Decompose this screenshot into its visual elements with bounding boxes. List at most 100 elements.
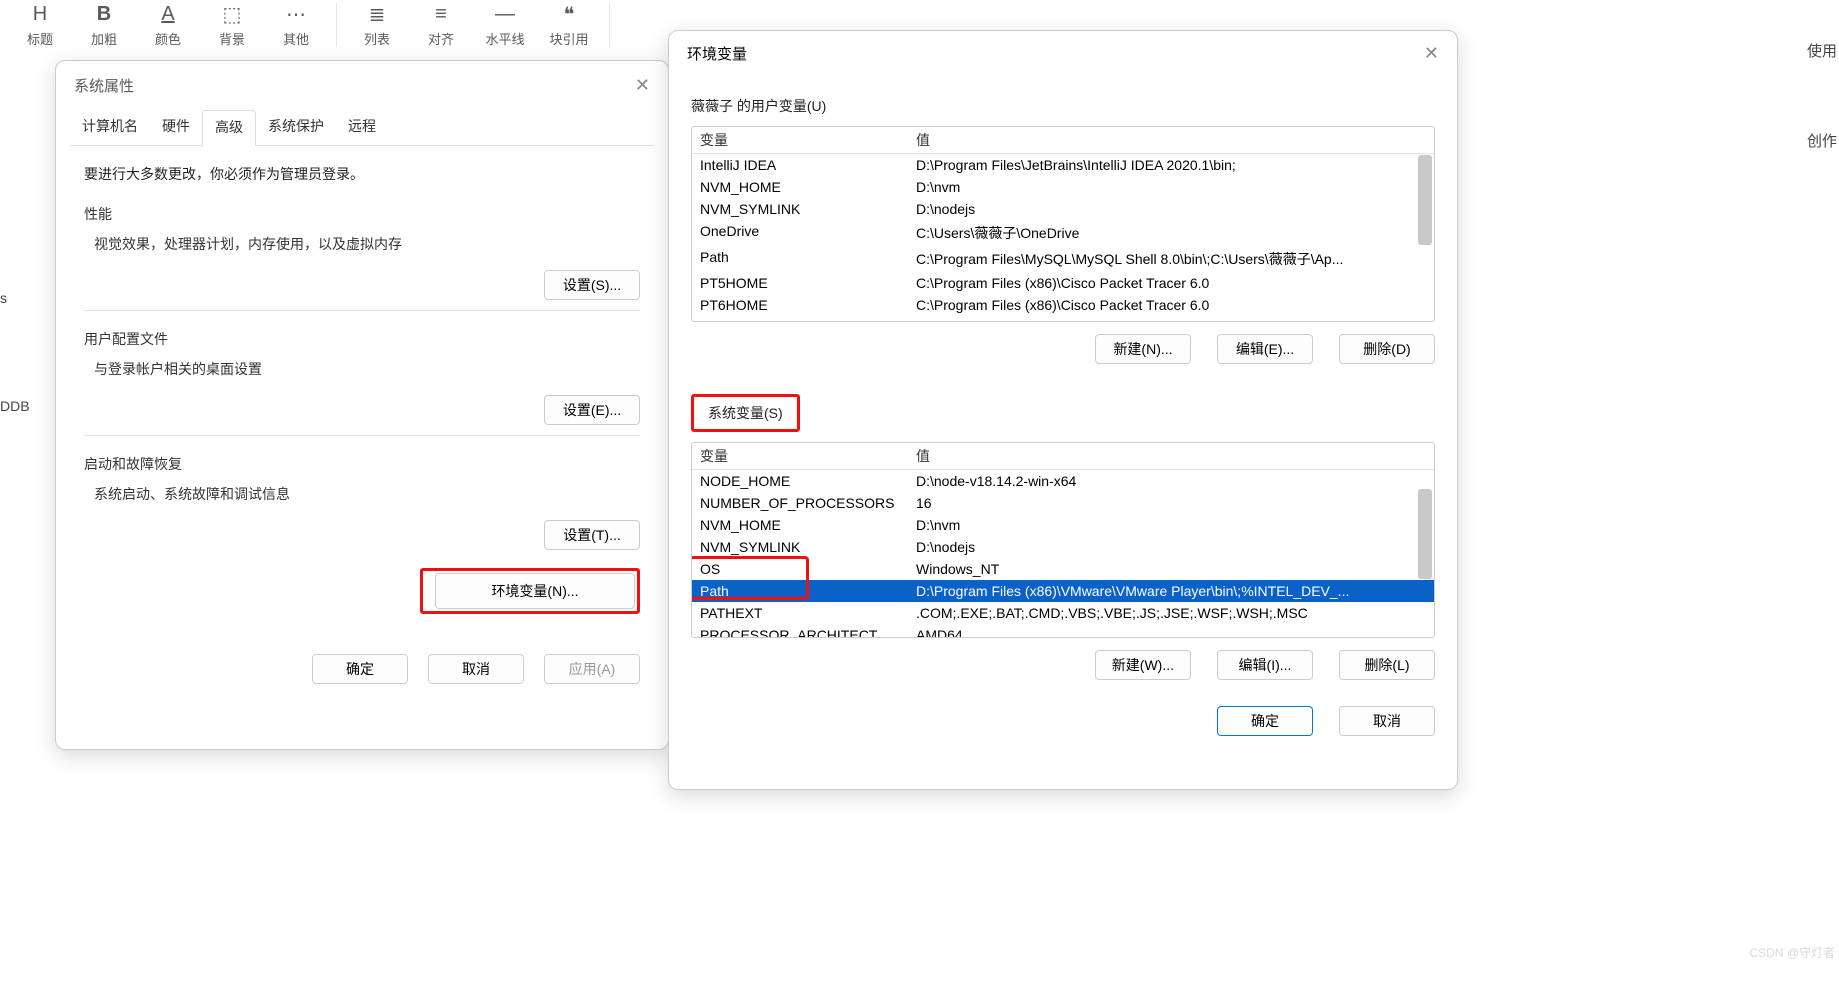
- toolbar-quote[interactable]: ❝块引用: [539, 0, 599, 50]
- system-vars-label: 系统变量(S): [691, 394, 1435, 432]
- performance-section: 性能 视觉效果，处理器计划，内存使用，以及虚拟内存 设置(S)...: [84, 204, 640, 311]
- highlight-annotation: 系统变量(S): [691, 394, 800, 432]
- dialog-title: 环境变量: [687, 43, 747, 64]
- ok-button[interactable]: 确定: [1217, 706, 1313, 736]
- table-row[interactable]: PT6HOMEC:\Program Files (x86)\Cisco Pack…: [692, 294, 1434, 316]
- more-icon: ⋯: [286, 3, 306, 27]
- edit-sys-var-button[interactable]: 编辑(I)...: [1217, 650, 1313, 680]
- table-row[interactable]: NVM_HOMED:\nvm: [692, 514, 1434, 536]
- table-row[interactable]: NVM_SYMLINKD:\nodejs: [692, 536, 1434, 558]
- section-title: 性能: [84, 204, 640, 224]
- var-value: C:\Windows\TEMP: [908, 316, 1434, 322]
- tab-system-protection[interactable]: 系统保护: [256, 110, 336, 145]
- paintbucket-icon: ⬚: [223, 3, 242, 27]
- delete-sys-var-button[interactable]: 删除(L): [1339, 650, 1435, 680]
- tab-computer-name[interactable]: 计算机名: [70, 110, 150, 145]
- scrollbar[interactable]: [1418, 489, 1432, 579]
- var-name: NVM_HOME: [692, 176, 908, 198]
- intro-text: 要进行大多数更改，你必须作为管理员登录。: [84, 164, 640, 184]
- new-user-var-button[interactable]: 新建(N)...: [1095, 334, 1191, 364]
- toolbar-align[interactable]: ≡对齐: [411, 0, 471, 50]
- watermark: CSDN @守灯者: [1749, 944, 1835, 961]
- system-vars-table[interactable]: 变量 值 NODE_HOMED:\node-v18.14.2-win-x64NU…: [691, 442, 1435, 638]
- bold-icon: B: [97, 3, 111, 27]
- cancel-button[interactable]: 取消: [1339, 706, 1435, 736]
- section-desc: 视觉效果，处理器计划，内存使用，以及虚拟内存: [94, 234, 640, 254]
- table-row[interactable]: PATHEXT.COM;.EXE;.BAT;.CMD;.VBS;.VBE;.JS…: [692, 602, 1434, 624]
- system-vars-section: 系统变量(S) 变量 值 NODE_HOMED:\node-v18.14.2-w…: [669, 374, 1457, 690]
- table-row[interactable]: NVM_SYMLINKD:\nodejs: [692, 198, 1434, 220]
- list-icon: ≣: [369, 3, 386, 27]
- environment-variables-dialog: 环境变量 ✕ 薇薇子 的用户变量(U) 变量 值 IntelliJ IDEAD:…: [668, 30, 1458, 790]
- table-row[interactable]: PathD:\Program Files (x86)\VMware\VMware…: [692, 580, 1434, 602]
- table-row[interactable]: OneDriveC:\Users\薇薇子\OneDrive: [692, 220, 1434, 246]
- th-value[interactable]: 值: [908, 443, 1434, 469]
- toolbar-color[interactable]: A颜色: [138, 0, 198, 50]
- var-name: NUMBER_OF_PROCESSORS: [692, 492, 908, 514]
- var-value: AMD64: [908, 624, 1434, 638]
- table-row[interactable]: PathC:\Program Files\MySQL\MySQL Shell 8…: [692, 246, 1434, 272]
- section-desc: 与登录帐户相关的桌面设置: [94, 359, 640, 379]
- var-value: D:\nodejs: [908, 536, 1434, 558]
- heading-icon: H: [33, 3, 47, 27]
- delete-user-var-button[interactable]: 删除(D): [1339, 334, 1435, 364]
- startup-recovery-section: 启动和故障恢复 系统启动、系统故障和调试信息 设置(T)...: [84, 454, 640, 550]
- var-name: NODE_HOME: [692, 470, 908, 492]
- var-value: D:\Program Files\JetBrains\IntelliJ IDEA…: [908, 154, 1434, 176]
- dialog-title: 系统属性: [74, 75, 134, 96]
- var-name: OneDrive: [692, 220, 908, 246]
- var-name: IntelliJ IDEA: [692, 154, 908, 176]
- toolbar-divider: [336, 3, 337, 47]
- textcolor-icon: A: [161, 3, 174, 27]
- table-row[interactable]: TEMPC:\Windows\TEMP: [692, 316, 1434, 322]
- table-row[interactable]: PT5HOMEC:\Program Files (x86)\Cisco Pack…: [692, 272, 1434, 294]
- var-value: D:\nvm: [908, 514, 1434, 536]
- close-icon[interactable]: ✕: [635, 75, 650, 96]
- table-row[interactable]: IntelliJ IDEAD:\Program Files\JetBrains\…: [692, 154, 1434, 176]
- var-value: D:\nodejs: [908, 198, 1434, 220]
- toolbar-other[interactable]: ⋯其他: [266, 0, 326, 50]
- table-row[interactable]: OSWindows_NT: [692, 558, 1434, 580]
- apply-button[interactable]: 应用(A): [544, 654, 640, 684]
- var-value: C:\Program Files (x86)\Cisco Packet Trac…: [908, 272, 1434, 294]
- tab-advanced[interactable]: 高级: [202, 110, 256, 146]
- bg-text: DDB: [0, 398, 30, 414]
- userprofile-settings-button[interactable]: 设置(E)...: [544, 395, 640, 425]
- var-value: .COM;.EXE;.BAT;.CMD;.VBS;.VBE;.JS;.JSE;.…: [908, 602, 1434, 624]
- user-profile-section: 用户配置文件 与登录帐户相关的桌面设置 设置(E)...: [84, 329, 640, 436]
- section-title: 启动和故障恢复: [84, 454, 640, 474]
- hr-icon: —: [495, 3, 515, 27]
- cancel-button[interactable]: 取消: [428, 654, 524, 684]
- startup-settings-button[interactable]: 设置(T)...: [544, 520, 640, 550]
- close-icon[interactable]: ✕: [1424, 43, 1439, 64]
- var-value: C:\Users\薇薇子\OneDrive: [908, 220, 1434, 246]
- table-row[interactable]: NVM_HOMED:\nvm: [692, 176, 1434, 198]
- toolbar-bold[interactable]: B加粗: [74, 0, 134, 50]
- var-name: OS: [692, 558, 908, 580]
- var-name: PATHEXT: [692, 602, 908, 624]
- var-value: C:\Program Files\MySQL\MySQL Shell 8.0\b…: [908, 246, 1434, 272]
- var-value: D:\nvm: [908, 176, 1434, 198]
- th-variable[interactable]: 变量: [692, 127, 908, 153]
- tab-remote[interactable]: 远程: [336, 110, 388, 145]
- edit-user-var-button[interactable]: 编辑(E)...: [1217, 334, 1313, 364]
- table-row[interactable]: NUMBER_OF_PROCESSORS16: [692, 492, 1434, 514]
- ok-button[interactable]: 确定: [312, 654, 408, 684]
- tab-hardware[interactable]: 硬件: [150, 110, 202, 145]
- var-value: 16: [908, 492, 1434, 514]
- th-variable[interactable]: 变量: [692, 443, 908, 469]
- new-sys-var-button[interactable]: 新建(W)...: [1095, 650, 1191, 680]
- user-vars-table[interactable]: 变量 值 IntelliJ IDEAD:\Program Files\JetBr…: [691, 126, 1435, 322]
- toolbar-list[interactable]: ≣列表: [347, 0, 407, 50]
- table-row[interactable]: NODE_HOMED:\node-v18.14.2-win-x64: [692, 470, 1434, 492]
- table-row[interactable]: PROCESSOR_ARCHITECTUREAMD64: [692, 624, 1434, 638]
- th-value[interactable]: 值: [908, 127, 1434, 153]
- scrollbar[interactable]: [1418, 155, 1432, 245]
- dialog-footer: 确定 取消 应用(A): [56, 642, 668, 696]
- toolbar-hr[interactable]: —水平线: [475, 0, 535, 50]
- dialog-titlebar: 环境变量 ✕: [669, 31, 1457, 76]
- toolbar-heading[interactable]: H标题: [10, 0, 70, 50]
- environment-variables-button[interactable]: 环境变量(N)...: [435, 573, 635, 609]
- performance-settings-button[interactable]: 设置(S)...: [544, 270, 640, 300]
- toolbar-bgcolor[interactable]: ⬚背景: [202, 0, 262, 50]
